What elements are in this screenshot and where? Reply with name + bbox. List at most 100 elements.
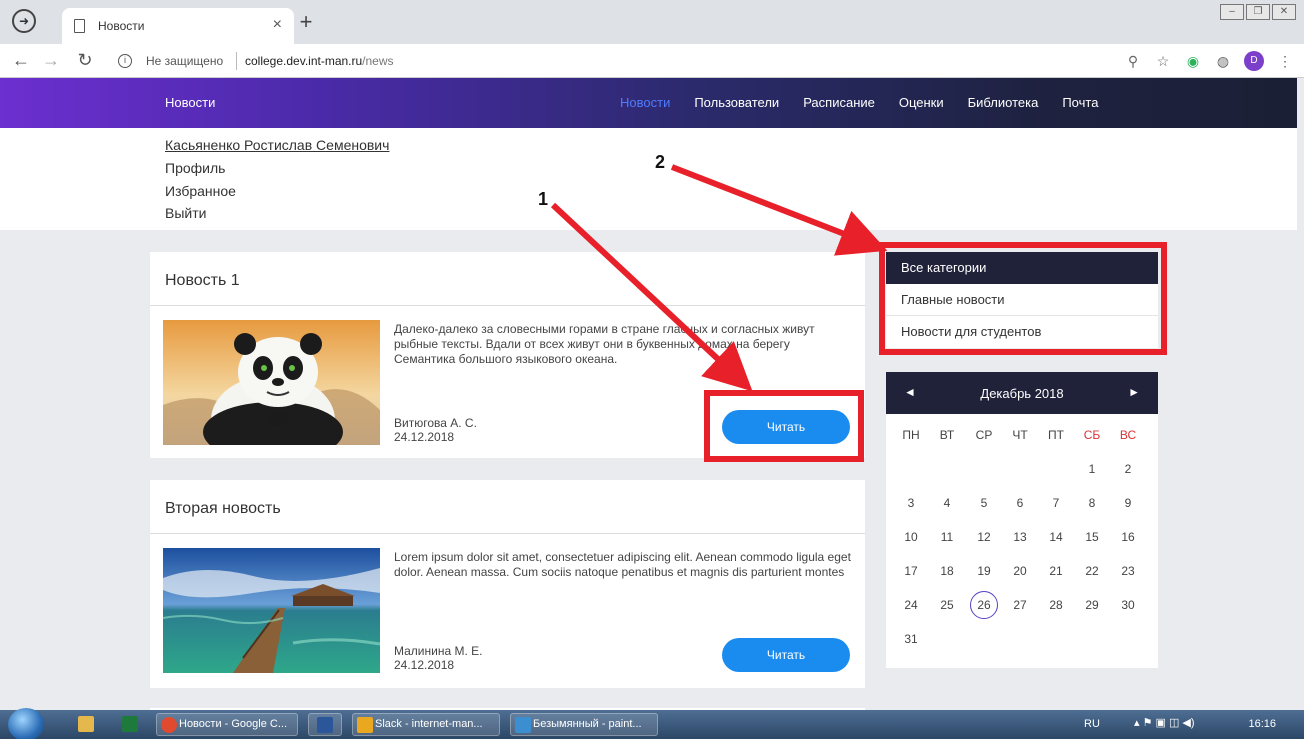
taskbar-word[interactable]	[308, 713, 342, 736]
new-tab-button[interactable]: +	[294, 9, 318, 35]
news-date: 24.12.2018	[394, 430, 455, 444]
more-menu-icon[interactable]: ⋮	[1276, 53, 1294, 70]
calendar-day[interactable]: 13	[1002, 522, 1038, 552]
calendar-day[interactable]: 21	[1038, 556, 1074, 586]
bookmark-star-icon[interactable]: ☆	[1154, 53, 1172, 70]
forward-arrow-icon[interactable]: →	[40, 50, 62, 71]
clock[interactable]: 16:16	[1248, 718, 1276, 730]
slack-icon	[357, 717, 373, 733]
calendar-day[interactable]: 5	[966, 488, 1002, 518]
calendar-day[interactable]: 19	[966, 556, 1002, 586]
taskbar-slack[interactable]: Slack - internet-man...	[352, 713, 500, 736]
calendar-day[interactable]: 18	[929, 556, 965, 586]
language-indicator[interactable]: RU	[1084, 718, 1100, 730]
calendar-day[interactable]: 25	[929, 590, 965, 620]
news-title[interactable]: Новость 1	[165, 272, 240, 290]
site-nav: Новости Пользователи Расписание Оценки Б…	[620, 95, 1122, 110]
nav-library[interactable]: Библиотека	[968, 95, 1039, 110]
nav-schedule[interactable]: Расписание	[803, 95, 875, 110]
calendar-day[interactable]: 11	[929, 522, 965, 552]
category-list: Все категории Главные новости Новости дл…	[886, 252, 1158, 348]
news-card: Новость 1 Далеко-далеко за словесными го…	[150, 252, 865, 458]
news-excerpt: Lorem ipsum dolor sit amet, consectetuer…	[394, 550, 851, 579]
weekday-label: СБ	[1083, 428, 1101, 442]
taskbar-paint[interactable]: Безымянный - paint...	[510, 713, 658, 736]
back-arrow-icon[interactable]: ←	[10, 50, 32, 71]
taskbar-slack-label: Slack - internet-man...	[375, 718, 483, 730]
close-window-button[interactable]: ✕	[1272, 4, 1296, 20]
url-text: college.dev.int-man.ru/news	[245, 54, 394, 68]
category-all[interactable]: Все категории	[886, 252, 1158, 284]
taskbar-chrome[interactable]: Новости - Google C...	[156, 713, 298, 736]
nav-users[interactable]: Пользователи	[694, 95, 779, 110]
browser-menu-icon[interactable]: ➜	[12, 9, 36, 33]
calendar-day[interactable]: 28	[1038, 590, 1074, 620]
start-button[interactable]	[8, 708, 44, 739]
calendar-day[interactable]: 17	[893, 556, 929, 586]
calendar-day[interactable]: 8	[1074, 488, 1110, 518]
news-image-panda[interactable]	[163, 320, 380, 445]
explorer-icon[interactable]	[78, 716, 94, 732]
nav-grades[interactable]: Оценки	[899, 95, 944, 110]
calendar-day[interactable]: 3	[893, 488, 929, 518]
read-button[interactable]: Читать	[722, 638, 850, 672]
weekday-label: ПТ	[1048, 428, 1064, 442]
calendar-day[interactable]: 16	[1110, 522, 1146, 552]
windows-taskbar: Новости - Google C... Slack - internet-m…	[0, 708, 1304, 739]
tray-icons[interactable]: ▴ ⚑ ▣ ◫ ◀)	[1134, 716, 1195, 729]
url-field[interactable]: i Не защищено college.dev.int-man.ru/new…	[104, 47, 1164, 75]
category-main-news[interactable]: Главные новости	[886, 284, 1158, 316]
calendar-day[interactable]: 20	[1002, 556, 1038, 586]
next-month-icon[interactable]: ►	[1128, 385, 1140, 399]
globe-icon[interactable]: ◍	[1214, 53, 1232, 70]
weekday-label: ВТ	[939, 428, 955, 442]
read-button[interactable]: Читать	[722, 410, 850, 444]
calendar-day-today[interactable]: 26	[970, 591, 998, 619]
calendar-day[interactable]: 31	[893, 624, 929, 654]
calendar-day[interactable]: 6	[1002, 488, 1038, 518]
calendar-day[interactable]: 29	[1074, 590, 1110, 620]
news-author: Витюгова А. С.	[394, 416, 477, 430]
calendar-day[interactable]: 10	[893, 522, 929, 552]
window-controls: – ❐ ✕	[1218, 4, 1296, 20]
calendar-day[interactable]: 12	[966, 522, 1002, 552]
taskbar-chrome-label: Новости - Google C...	[179, 718, 287, 730]
weekday-label: ПН	[902, 428, 920, 442]
calendar-day[interactable]: 1	[1074, 454, 1110, 484]
user-name-link[interactable]: Касьяненко Ростислав Семенович	[165, 137, 389, 153]
news-title[interactable]: Вторая новость	[165, 500, 281, 518]
calendar-day[interactable]: 15	[1074, 522, 1110, 552]
profile-avatar[interactable]: D	[1244, 51, 1264, 71]
nav-news[interactable]: Новости	[620, 95, 670, 110]
site-brand[interactable]: Новости	[165, 95, 215, 110]
calendar-day[interactable]: 4	[929, 488, 965, 518]
calendar-day[interactable]: 30	[1110, 590, 1146, 620]
reload-icon[interactable]: ↻	[74, 50, 96, 71]
zoom-icon[interactable]: ⚲	[1124, 53, 1142, 70]
browser-tab[interactable]: Новости ×	[62, 8, 294, 44]
calendar-day[interactable]: 23	[1110, 556, 1146, 586]
calendar-day[interactable]: 14	[1038, 522, 1074, 552]
tab-close-icon[interactable]: ×	[273, 16, 282, 34]
nav-mail[interactable]: Почта	[1062, 95, 1098, 110]
minimize-button[interactable]: –	[1220, 4, 1244, 20]
toolbar-icons: ⚲ ☆ ◉ ◍ D ⋮	[1124, 51, 1294, 71]
logout-link[interactable]: Выйти	[165, 205, 206, 221]
calendar-day[interactable]: 9	[1110, 488, 1146, 518]
maximize-button[interactable]: ❐	[1246, 4, 1270, 20]
favorites-link[interactable]: Избранное	[165, 183, 236, 199]
excel-icon[interactable]	[122, 716, 138, 732]
calendar-day[interactable]: 7	[1038, 488, 1074, 518]
profile-link[interactable]: Профиль	[165, 160, 225, 176]
category-student-news[interactable]: Новости для студентов	[886, 316, 1158, 348]
calendar-day[interactable]: 27	[1002, 590, 1038, 620]
news-image-pier[interactable]	[163, 548, 380, 673]
info-icon[interactable]: i	[118, 54, 132, 68]
calendar-day[interactable]: 2	[1110, 454, 1146, 484]
weekday-label: СР	[975, 428, 993, 442]
calendar-day[interactable]: 24	[893, 590, 929, 620]
card-divider	[150, 533, 865, 534]
extension-icon[interactable]: ◉	[1184, 53, 1202, 70]
calendar-day[interactable]: 22	[1074, 556, 1110, 586]
news-date: 24.12.2018	[394, 658, 455, 672]
